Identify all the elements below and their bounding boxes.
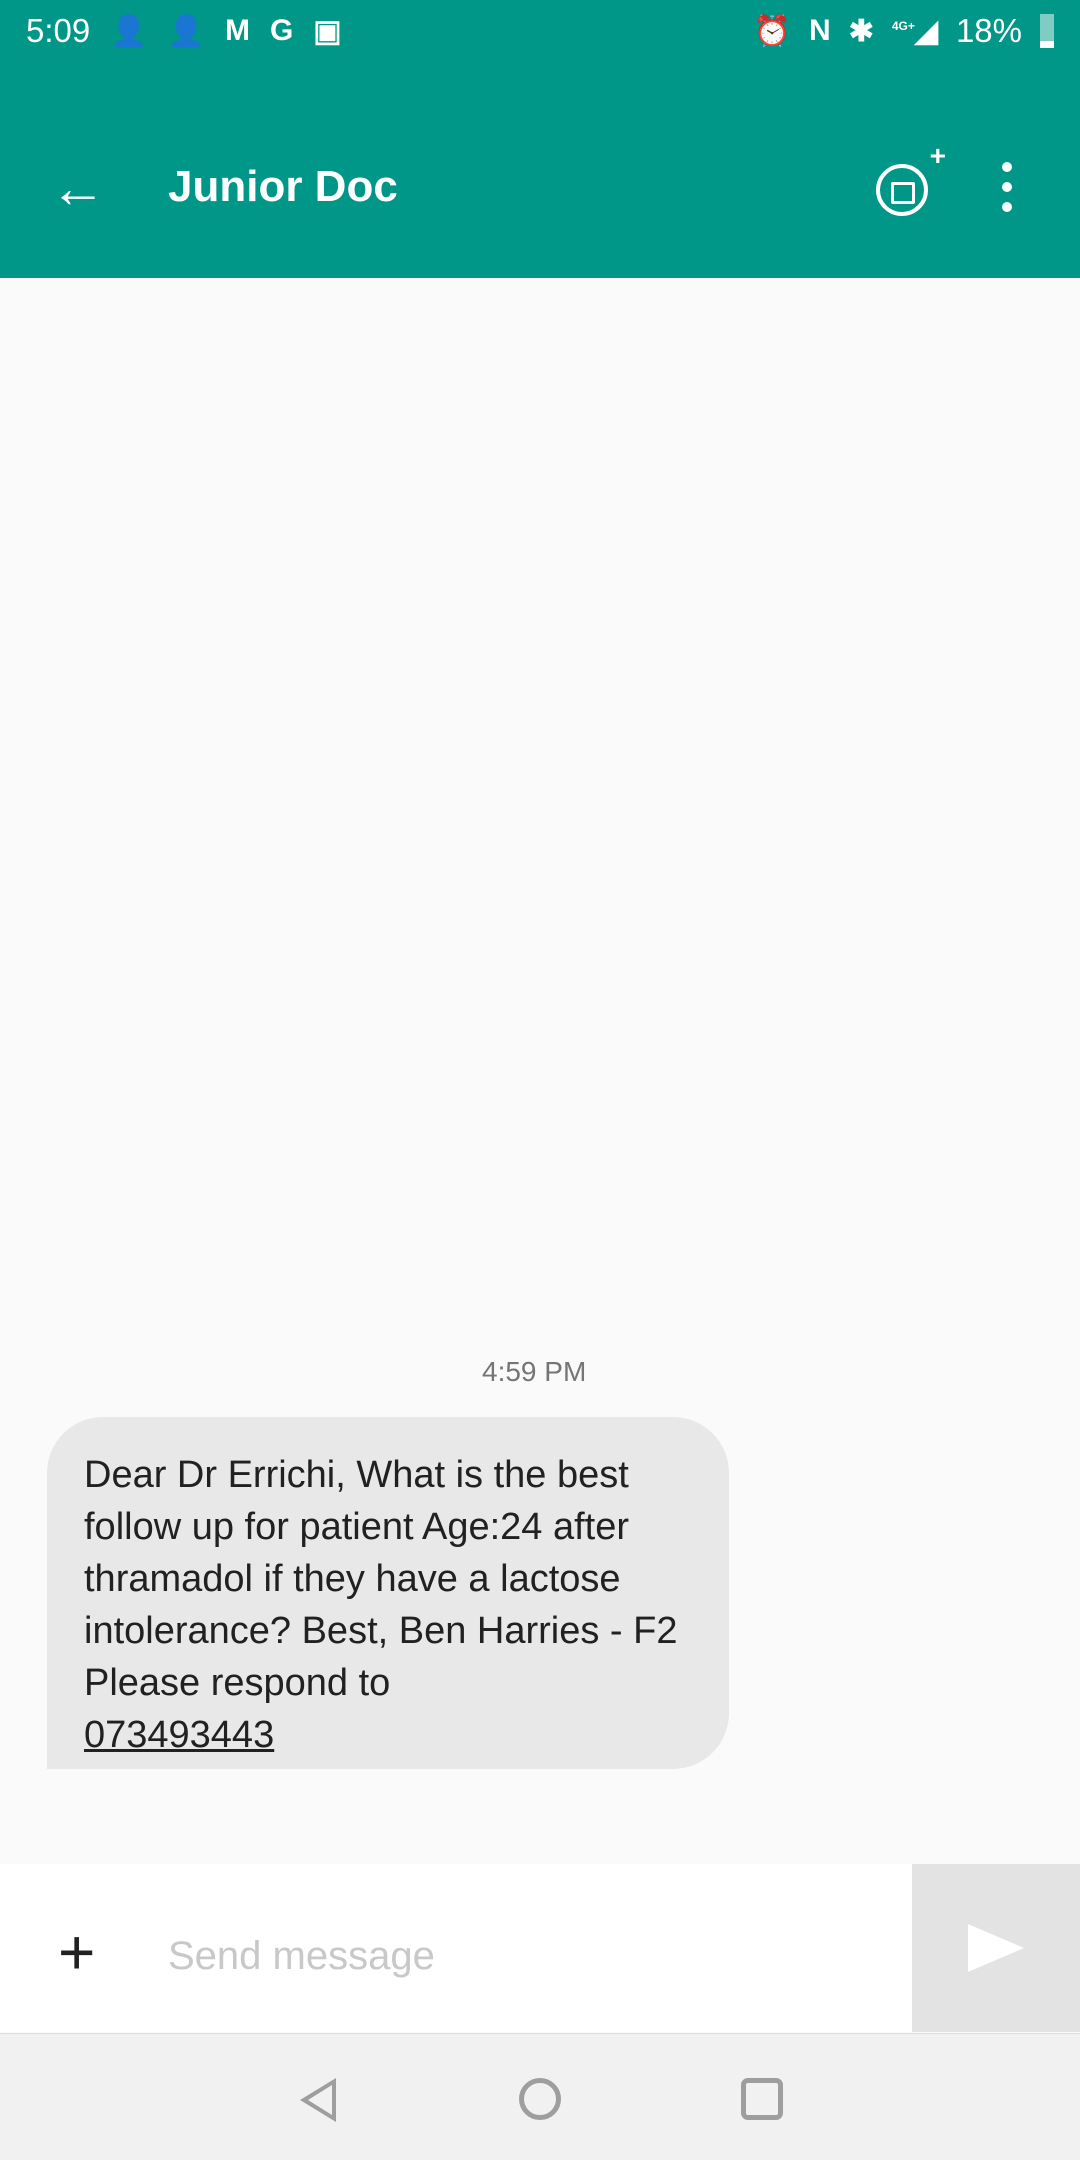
- message-input[interactable]: Send message: [168, 1934, 435, 1979]
- home-nav-icon[interactable]: [519, 2078, 561, 2120]
- battery-icon: [1040, 14, 1054, 48]
- alarm-icon: ⏰: [753, 14, 792, 48]
- image-icon: ▣: [313, 14, 342, 48]
- video-call-icon[interactable]: [876, 140, 946, 216]
- back-arrow-icon[interactable]: ←: [50, 160, 106, 216]
- app-bar: 5:09 👤 👤 M G ▣ ⏰ N ✱ 4G+◢ 18% ← Junior D…: [0, 0, 1080, 278]
- signal-icon: 4G+◢: [891, 14, 938, 48]
- message-text: Dear Dr Errichi, What is the best follow…: [84, 1454, 678, 1704]
- battery-percent: 18%: [955, 12, 1022, 49]
- conversation-title: Junior Doc: [168, 162, 398, 211]
- incoming-message-bubble[interactable]: Dear Dr Errichi, What is the best follow…: [47, 1417, 729, 1769]
- status-bar: 5:09 👤 👤 M G ▣ ⏰ N ✱ 4G+◢ 18%: [0, 0, 1080, 66]
- send-button[interactable]: [912, 1864, 1080, 2032]
- add-contact-icon: 👤: [110, 14, 148, 48]
- google-icon: G: [269, 14, 294, 47]
- nfc-icon: N: [809, 14, 831, 47]
- navigation-bar: [0, 2033, 1080, 2160]
- more-options-icon[interactable]: [1002, 162, 1012, 212]
- composer-bar: [0, 1864, 912, 2032]
- recents-nav-icon[interactable]: [741, 2078, 783, 2120]
- gmail-icon: M: [224, 14, 250, 47]
- bluetooth-icon: ✱: [848, 14, 874, 48]
- back-nav-icon[interactable]: [300, 2078, 336, 2122]
- attach-plus-icon[interactable]: +: [58, 1920, 95, 1984]
- timestamp-text: 4:59 PM: [482, 1356, 587, 1387]
- phone-number-link[interactable]: 073493443: [84, 1709, 699, 1761]
- add-contact-icon: 👤: [167, 14, 205, 48]
- network-type: 4G+: [891, 18, 915, 33]
- clock: 5:09: [26, 12, 91, 49]
